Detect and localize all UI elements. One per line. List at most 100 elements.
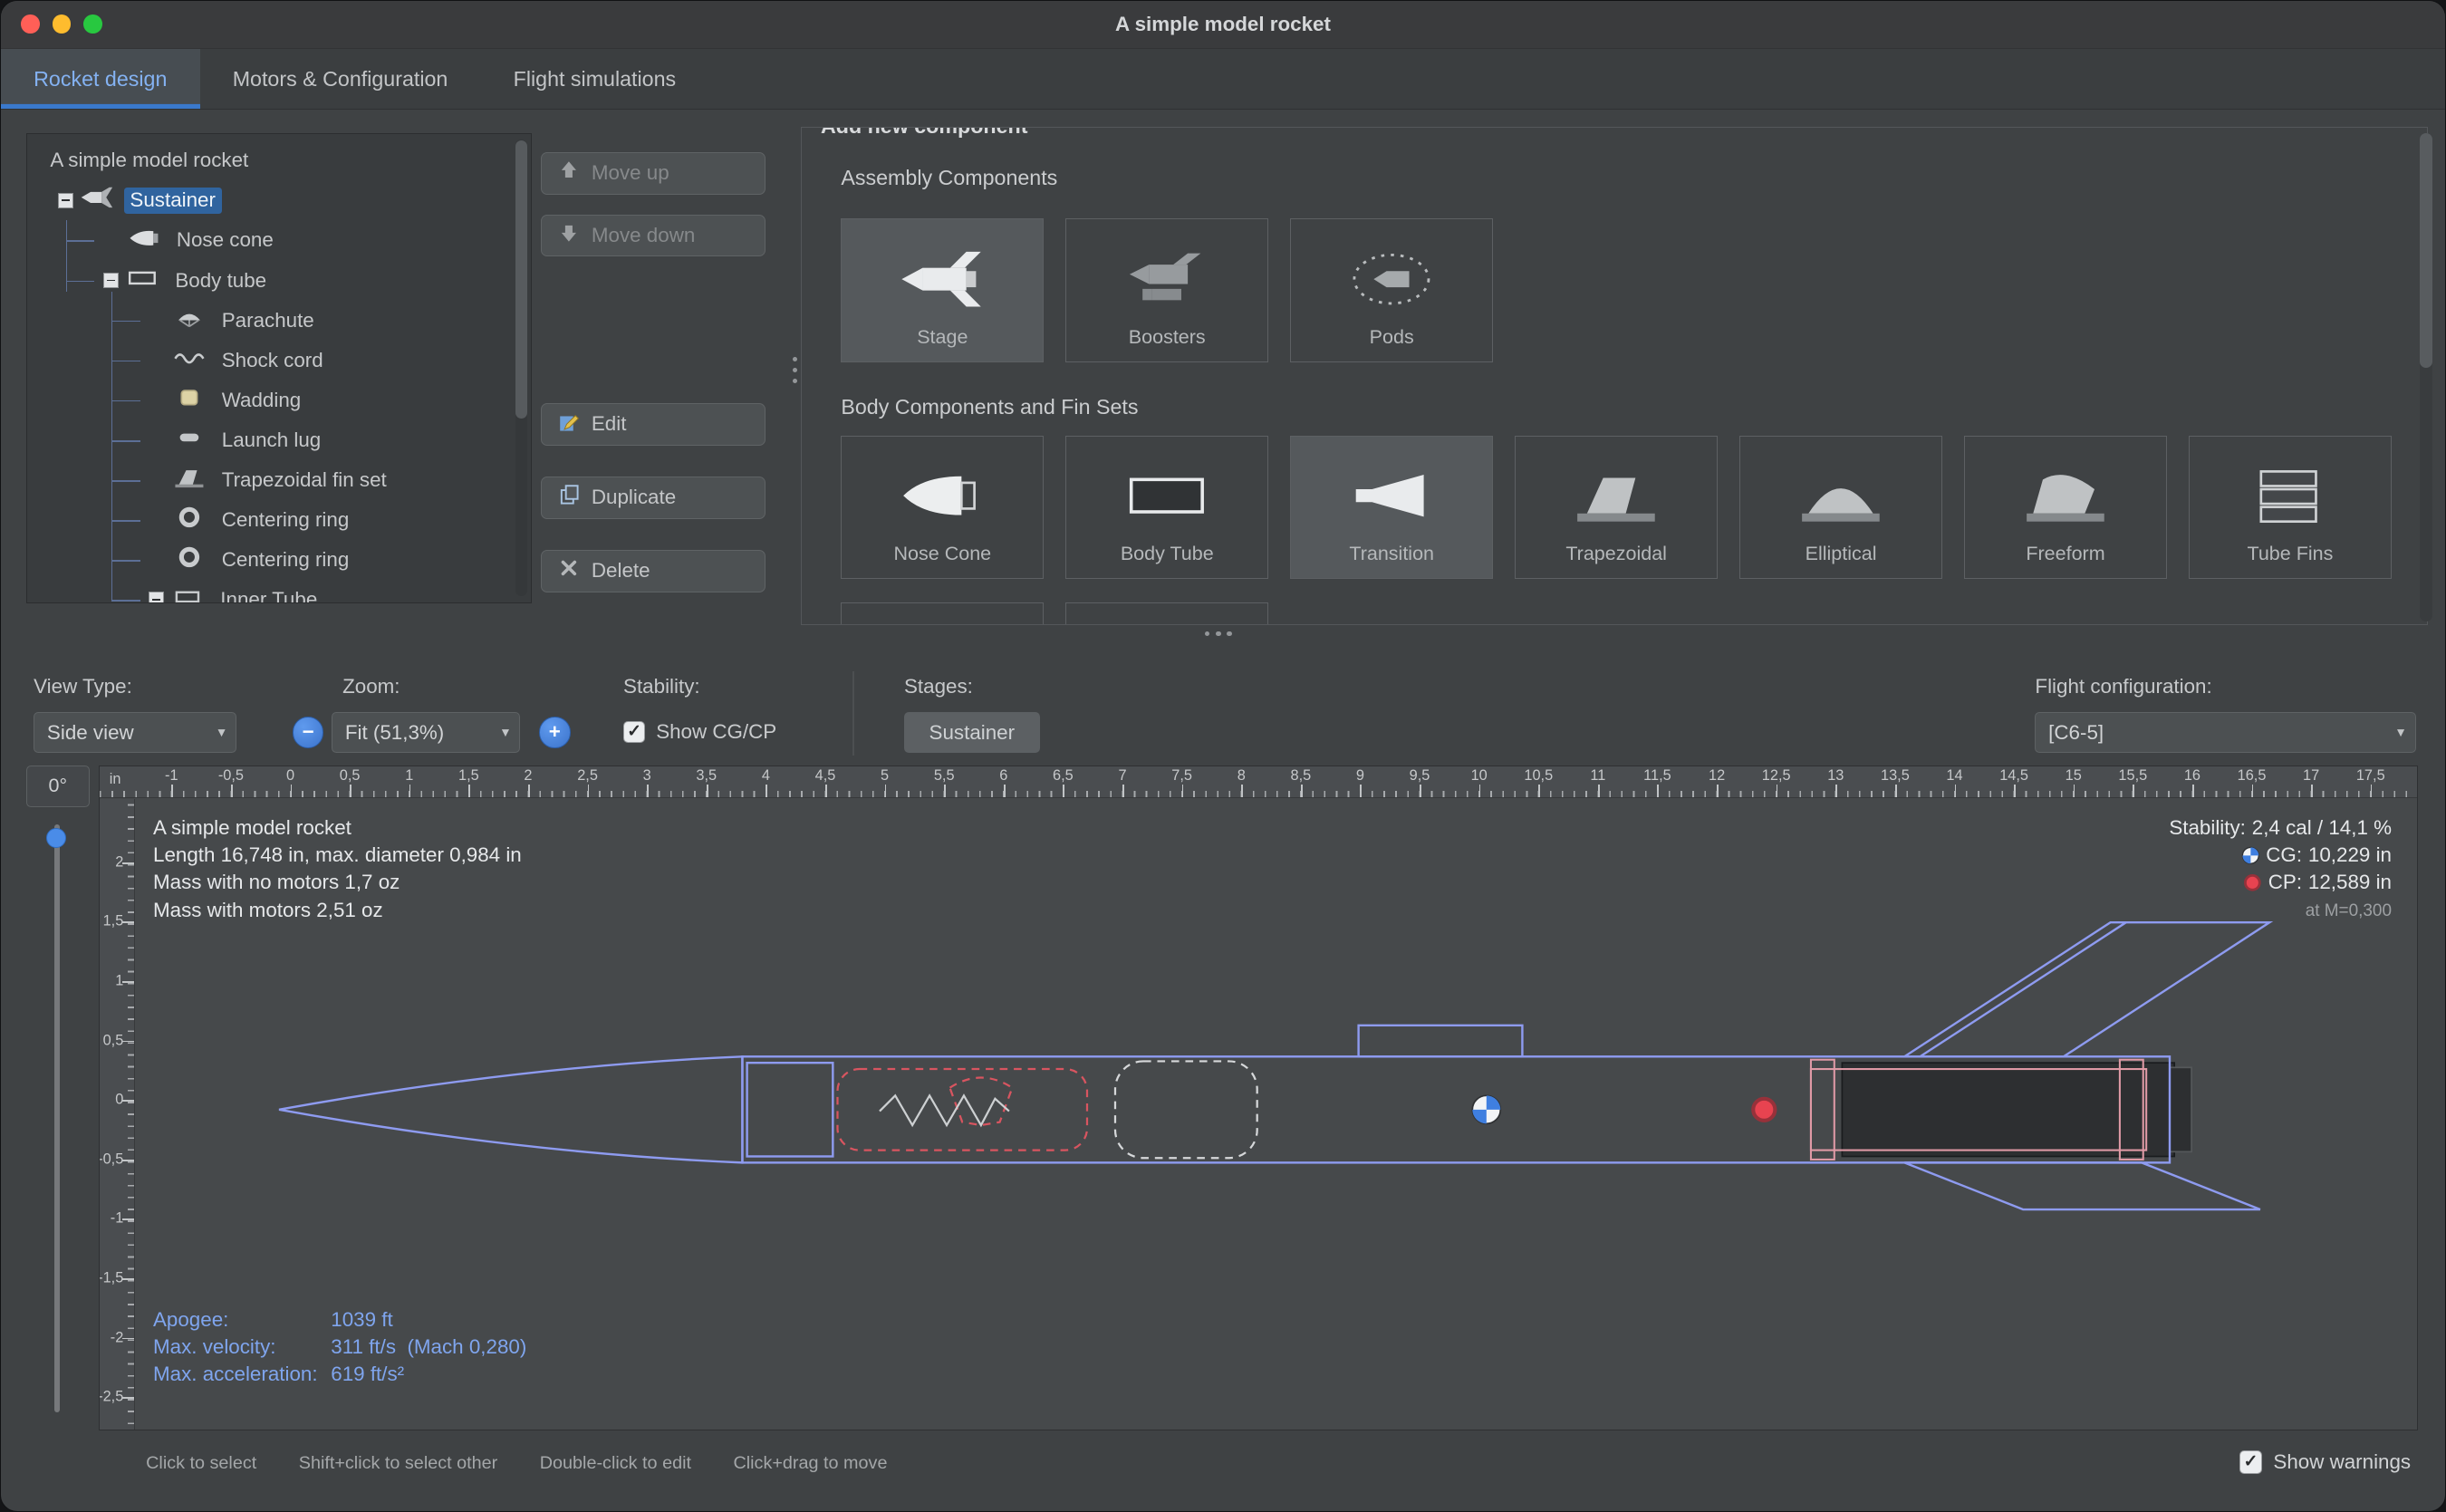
arrow-down-icon (557, 221, 581, 250)
component-tile-pods[interactable]: Pods (1290, 218, 1493, 361)
tree-item-nose-cone[interactable]: Nose cone (27, 220, 531, 260)
nose-shoulder[interactable] (747, 1063, 833, 1156)
component-tile-stage[interactable]: Stage (841, 218, 1044, 361)
tree-item-sustainer[interactable]: Sustainer (27, 180, 531, 220)
nose-icon (127, 226, 170, 255)
tree-item-body-tube[interactable]: Body tube (27, 260, 531, 300)
edit-button[interactable]: Edit (541, 403, 766, 445)
fin-top[interactable] (1905, 922, 2270, 1056)
boosters-icon (1122, 246, 1212, 312)
zoom-value: Fit (51,3%) (332, 721, 491, 745)
zoom-out-button[interactable]: − (293, 717, 323, 747)
tree-item-parachute[interactable]: Parachute (27, 301, 531, 341)
rocket-canvas[interactable]: -1-0,500,511,522,533,544,555,566,577,588… (99, 766, 2417, 1430)
delete-button[interactable]: Delete (541, 550, 766, 592)
checkbox-icon[interactable] (2239, 1450, 2263, 1474)
minimize-window-button[interactable] (53, 14, 72, 34)
move-up-button[interactable]: Move up (541, 152, 766, 194)
duplicate-button[interactable]: Duplicate (541, 477, 766, 518)
tree-scrollbar[interactable] (515, 140, 528, 597)
cord-icon (172, 346, 216, 375)
section-heading-body-components-and-fin-sets: Body Components and Fin Sets (841, 395, 2427, 420)
hint-click-to-select: Click to select (146, 1453, 256, 1474)
component-tile-body-tube[interactable]: Body Tube (1065, 436, 1268, 579)
tree-item-wadding[interactable]: Wadding (27, 380, 531, 420)
edit-icon (557, 410, 581, 439)
rotation-slider-thumb[interactable] (46, 828, 66, 848)
maximize-window-button[interactable] (83, 14, 102, 34)
rotation-angle-field[interactable]: 0° (26, 766, 91, 807)
tree-item-trapezoidal-fin-set[interactable]: Trapezoidal fin set (27, 460, 531, 500)
add-component-title: Add new component (813, 127, 1035, 139)
component-tile-trapezoidal[interactable]: Trapezoidal (1515, 436, 1718, 579)
app-window: A simple model rocket Rocket designMotor… (0, 0, 2446, 1512)
show-cgcp-checkbox[interactable]: Show CG/CP (623, 720, 776, 744)
wadding-outline[interactable] (1115, 1061, 1257, 1158)
show-warnings-checkbox[interactable]: Show warnings (2239, 1450, 2412, 1474)
tab-flight-simulations[interactable]: Flight simulations (480, 49, 708, 108)
fin-bottom[interactable] (1905, 1162, 2261, 1209)
shock-cord-line[interactable] (880, 1095, 1009, 1125)
motor[interactable] (1843, 1063, 2175, 1156)
tree-item-root[interactable]: A simple model rocket (27, 140, 531, 180)
stat-value: 311 ft/s (Mach 0,280) (331, 1336, 526, 1359)
tree-item-centering-ring[interactable]: Centering ring (27, 500, 531, 540)
panel-scrollbar-thumb[interactable] (2420, 133, 2432, 367)
tab-rocket-design[interactable]: Rocket design (1, 49, 200, 108)
tree-item-centering-ring-2[interactable]: Centering ring (27, 540, 531, 580)
collapse-icon[interactable] (58, 193, 73, 208)
tab-motors-configuration[interactable]: Motors & Configuration (200, 49, 481, 108)
tubefins-icon (2245, 463, 2335, 528)
rotation-slider-track[interactable] (54, 824, 61, 1412)
wad-icon (172, 386, 216, 415)
view-type-select[interactable]: Side view ▼ (34, 712, 236, 753)
tree-item-launch-lug[interactable]: Launch lug (27, 420, 531, 460)
stat-value: 1039 ft (331, 1309, 526, 1332)
cg-symbol (1473, 1095, 1501, 1123)
component-tile-nose-cone[interactable]: Nose Cone (841, 436, 1044, 579)
vertical-splitter-grip[interactable] (790, 357, 799, 383)
hint-double-click-to-edit: Double-click to edit (540, 1453, 691, 1474)
nose-cone-outline[interactable] (280, 1056, 743, 1162)
close-window-button[interactable] (21, 14, 40, 34)
stability-row: Stability:2,4 cal / 14,1 % (2169, 814, 2392, 842)
rocket-dimensions: Length 16,748 in, max. diameter 0,984 in (153, 842, 522, 869)
centering-ring-fwd[interactable] (1811, 1059, 1834, 1159)
pods-icon (1346, 246, 1437, 312)
rocket-mass-with-motors: Mass with motors 2,51 oz (153, 897, 522, 924)
tree-scrollbar-thumb[interactable] (515, 140, 528, 419)
collapse-icon[interactable] (103, 273, 119, 288)
flight-config-label: Flight configuration: (2035, 675, 2211, 698)
zoom-select[interactable]: Fit (51,3%) ▼ (332, 712, 520, 753)
move-down-button[interactable]: Move down (541, 215, 766, 256)
lug-icon (172, 426, 216, 455)
tree-item-inner-tube[interactable]: Inner Tube (27, 580, 531, 603)
component-tile-boosters[interactable]: Boosters (1065, 218, 1268, 361)
stages-toggle-group: Sustainer (904, 712, 1040, 753)
launch-lug[interactable] (1359, 1026, 1523, 1056)
flight-config-value: [C6-5] (2036, 721, 2386, 745)
component-tile-partial[interactable] (1065, 602, 1268, 625)
add-sections: Assembly ComponentsStageBoostersPodsBody… (802, 128, 2427, 624)
stage-toggle-sustainer[interactable]: Sustainer (904, 712, 1040, 753)
tree-item-shock-cord[interactable]: Shock cord (27, 341, 531, 380)
component-tile-tube-fins[interactable]: Tube Fins (2189, 436, 2392, 579)
window-controls (21, 14, 102, 34)
component-tile-elliptical[interactable]: Elliptical (1739, 436, 1942, 579)
cp-value: 12,589 in (2308, 869, 2392, 896)
chevron-down-icon: ▼ (207, 726, 236, 739)
panel-scrollbar[interactable] (2420, 133, 2432, 621)
horizontal-splitter-grip[interactable] (1205, 631, 1231, 636)
collapse-icon[interactable] (149, 592, 164, 603)
parachute-glyph (950, 1077, 1013, 1125)
flight-config-select[interactable]: [C6-5] ▼ (2035, 712, 2415, 753)
component-tile-transition[interactable]: Transition (1290, 436, 1493, 579)
checkbox-icon[interactable] (623, 721, 645, 743)
motor-overhang[interactable] (2170, 1067, 2191, 1151)
section-heading-assembly-components: Assembly Components (841, 166, 2427, 191)
component-tile-freeform[interactable]: Freeform (1964, 436, 2167, 579)
zoom-in-button[interactable]: + (539, 717, 570, 747)
component-tile-partial[interactable] (841, 602, 1044, 625)
finfree-icon (2020, 463, 2111, 528)
mach-note: at M=0,300 (2306, 898, 2392, 925)
